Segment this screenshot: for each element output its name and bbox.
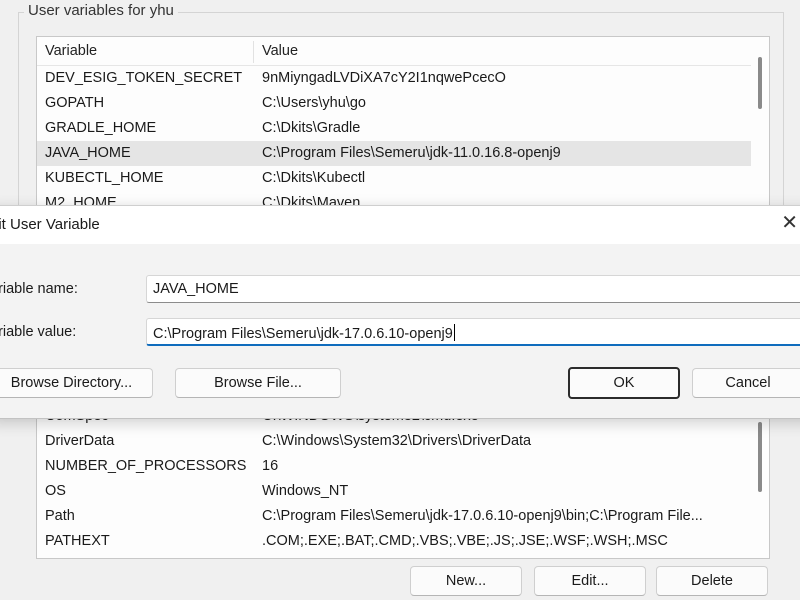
variable-value: C:\Program Files\Semeru\jdk-11.0.16.8-op… xyxy=(262,145,561,161)
browse-directory-button[interactable]: Browse Directory... xyxy=(0,368,153,398)
variable-value: 16 xyxy=(262,458,279,474)
variable-name: NUMBER_OF_PROCESSORS xyxy=(45,458,247,474)
variable-value-label: ariable value: xyxy=(0,324,77,340)
table-row[interactable]: GRADLE_HOME C:\Dkits\Gradle xyxy=(37,116,751,141)
variable-name: Path xyxy=(45,508,75,524)
user-list-scrollbar[interactable] xyxy=(751,37,769,213)
user-variables-title: User variables for yhu xyxy=(24,2,178,19)
list-header: Variable Value xyxy=(37,37,751,66)
variable-value: .COM;.EXE;.BAT;.CMD;.VBS;.VBE;.JS;.JSE;.… xyxy=(262,533,668,549)
cancel-button[interactable]: Cancel xyxy=(692,368,800,398)
variable-value-input[interactable]: C:\Program Files\Semeru\jdk-17.0.6.10-op… xyxy=(146,318,800,346)
table-row[interactable]: GOPATH C:\Users\yhu\go xyxy=(37,91,751,116)
user-variable-rows: DEV_ESIG_TOKEN_SECRET 9nMiyngadLVDiXA7cY… xyxy=(37,66,751,213)
variable-value: C:\Program Files\Semeru\jdk-17.0.6.10-op… xyxy=(262,508,703,524)
close-icon[interactable]: ✕ xyxy=(781,213,798,233)
column-divider[interactable] xyxy=(253,41,254,63)
dialog-title: dit User Variable xyxy=(0,216,100,233)
variable-value: 9nMiyngadLVDiXA7cY2I1nqwePcecO xyxy=(262,70,506,86)
system-list-scrollbar[interactable] xyxy=(751,398,769,558)
column-header-variable[interactable]: Variable xyxy=(45,43,97,59)
variable-value: C:\Dkits\Kubectl xyxy=(262,170,366,186)
variable-name-label: ariable name: xyxy=(0,281,78,297)
edit-user-variable-dialog: dit User Variable ✕ ariable name: JAVA_H… xyxy=(0,205,800,419)
system-variables-list[interactable]: ComSpec C:\WINDOWS\system32\cmd.exe Driv… xyxy=(36,398,770,559)
table-row[interactable]: Path C:\Program Files\Semeru\jdk-17.0.6.… xyxy=(37,504,751,529)
variable-name: JAVA_HOME xyxy=(45,145,131,161)
variable-name: PATHEXT xyxy=(45,533,110,549)
table-row[interactable]: PATHEXT .COM;.EXE;.BAT;.CMD;.VBS;.VBE;.J… xyxy=(37,529,751,554)
variable-value: Windows_NT xyxy=(262,483,349,499)
table-row[interactable]: KUBECTL_HOME C:\Dkits\Kubectl xyxy=(37,166,751,191)
variable-name: DEV_ESIG_TOKEN_SECRET xyxy=(45,70,243,86)
variable-value-text: C:\Program Files\Semeru\jdk-17.0.6.10-op… xyxy=(153,326,453,342)
browse-file-button[interactable]: Browse File... xyxy=(175,368,341,398)
variable-name: KUBECTL_HOME xyxy=(45,170,164,186)
dialog-title-bar[interactable]: dit User Variable ✕ xyxy=(0,206,800,244)
variable-value: C:\Windows\System32\Drivers\DriverData xyxy=(262,433,532,449)
table-row[interactable]: DEV_ESIG_TOKEN_SECRET 9nMiyngadLVDiXA7cY… xyxy=(37,66,751,91)
column-header-value[interactable]: Value xyxy=(262,43,298,59)
table-row-selected[interactable]: JAVA_HOME C:\Program Files\Semeru\jdk-11… xyxy=(37,141,751,166)
system-variable-rows: ComSpec C:\WINDOWS\system32\cmd.exe Driv… xyxy=(37,404,751,554)
variable-value: C:\Dkits\Gradle xyxy=(262,120,361,136)
table-row[interactable]: NUMBER_OF_PROCESSORS 16 xyxy=(37,454,751,479)
user-variables-list[interactable]: Variable Value DEV_ESIG_TOKEN_SECRET 9nM… xyxy=(36,36,770,214)
variable-name: GOPATH xyxy=(45,95,105,111)
scrollbar-thumb[interactable] xyxy=(758,422,762,492)
scrollbar-thumb[interactable] xyxy=(758,57,762,109)
variable-value: C:\Users\yhu\go xyxy=(262,95,366,111)
table-row[interactable]: OS Windows_NT xyxy=(37,479,751,504)
new-button[interactable]: New... xyxy=(410,566,522,596)
delete-button[interactable]: Delete xyxy=(656,566,768,596)
ok-button[interactable]: OK xyxy=(568,367,680,399)
table-row[interactable]: DriverData C:\Windows\System32\Drivers\D… xyxy=(37,429,751,454)
variable-name: DriverData xyxy=(45,433,115,449)
variable-name: OS xyxy=(45,483,66,499)
text-caret xyxy=(453,324,455,341)
variable-name: GRADLE_HOME xyxy=(45,120,157,136)
edit-button[interactable]: Edit... xyxy=(534,566,646,596)
variable-name-value: JAVA_HOME xyxy=(153,281,239,297)
variable-name-input[interactable]: JAVA_HOME xyxy=(146,275,800,303)
